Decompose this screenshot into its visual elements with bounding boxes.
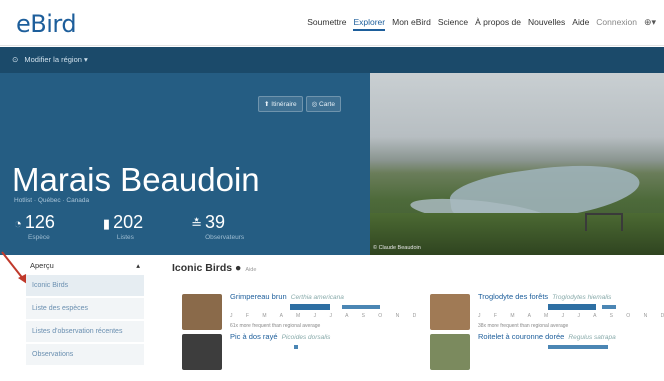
nav-explorer[interactable]: Explorer (353, 17, 386, 31)
hero-buttons: ⬆ Itinéraire ◎ Carte (258, 96, 341, 112)
help-link[interactable]: Aide (245, 267, 256, 273)
directions-button[interactable]: ⬆ Itinéraire (258, 96, 303, 112)
info-icon[interactable]: ● (235, 262, 241, 274)
hotspot-photo[interactable]: © Claude Beaudoin (370, 73, 664, 255)
photo-credit: © Claude Beaudoin (373, 245, 421, 251)
sidebar: Aperçu ▴ Iconic Birds Liste des espèces L… (26, 258, 144, 365)
observer-icon: ≛ (191, 216, 203, 231)
sidebar-item-species-list[interactable]: Liste des espèces (26, 298, 144, 319)
bird-name: Troglodyte des forêts Troglodytes hiemal… (478, 292, 612, 301)
main-content: Iconic Birds ● Aide (172, 262, 664, 274)
nav-a-propos[interactable]: À propos de (475, 17, 521, 31)
section-title: Iconic Birds ● Aide (172, 262, 257, 274)
bird-name: Grimpereau brun Certhia americana (230, 292, 344, 301)
nav-soumettre[interactable]: Soumettre (307, 17, 346, 31)
language-globe-icon[interactable]: ⊕▾ (644, 17, 656, 31)
nav-science[interactable]: Science (438, 17, 468, 31)
bird-thumbnail[interactable] (430, 294, 470, 330)
bird-name: Roitelet à couronne dorée Regulus satrap… (478, 332, 616, 341)
location-icon: ⊙ (12, 55, 19, 64)
main-nav: Soumettre Explorer Mon eBird Science À p… (307, 17, 656, 31)
bird-thumbnail[interactable] (182, 334, 222, 370)
month-axis: J F M A M J J A S O N D (478, 313, 664, 319)
chevron-down-icon: ▴ (136, 261, 140, 270)
hero-info-panel: ⬆ Itinéraire ◎ Carte Marais Beaudoin Hot… (0, 73, 370, 255)
nav-mon-ebird[interactable]: Mon eBird (392, 17, 431, 31)
month-axis: J F M A M J J A S O N D (230, 313, 423, 319)
top-navigation-bar: eBird Soumettre Explorer Mon eBird Scien… (0, 0, 664, 46)
stat-observers[interactable]: ≛ 39 Observateurs (191, 212, 244, 241)
frequency-bars (548, 345, 608, 349)
iconic-bird-card[interactable]: Roitelet à couronne dorée Regulus satrap… (420, 330, 660, 381)
stat-checklists[interactable]: ▮ 202 Listes (103, 212, 143, 241)
hotspot-stats: ◔ 126 Espèce ▮ 202 Listes ≛ 39 Observateurs (14, 212, 244, 241)
chevron-down-icon: ▾ (84, 55, 88, 64)
sidebar-item-observations[interactable]: Observations (26, 344, 144, 365)
change-region-link[interactable]: Modifier la région (24, 55, 82, 64)
stat-species[interactable]: ◔ 126 Espèce (14, 212, 55, 241)
photo-deck (585, 213, 623, 231)
ebird-logo[interactable]: eBird (16, 10, 77, 38)
frequency-bars (290, 304, 380, 310)
nav-nouvelles[interactable]: Nouvelles (528, 17, 565, 31)
bird-thumbnail[interactable] (182, 294, 222, 330)
bird-name: Pic à dos rayé Picoides dorsalis (230, 332, 331, 341)
sidebar-heading[interactable]: Aperçu ▴ (26, 258, 144, 273)
species-icon: ◔ (14, 216, 22, 231)
login-link[interactable]: Connexion (596, 17, 637, 31)
iconic-bird-card[interactable]: Pic à dos rayé Picoides dorsalis (172, 330, 412, 381)
frequency-bars (548, 304, 616, 310)
hotspot-hero: ⬆ Itinéraire ◎ Carte Marais Beaudoin Hot… (0, 73, 664, 255)
bird-thumbnail[interactable] (430, 334, 470, 370)
sidebar-item-recent-checklists[interactable]: Listes d'observation récentes (26, 321, 144, 342)
sidebar-item-iconic-birds[interactable]: Iconic Birds (26, 275, 144, 296)
map-button[interactable]: ◎ Carte (305, 96, 341, 112)
checklist-icon: ▮ (102, 216, 111, 231)
nav-aide[interactable]: Aide (572, 17, 589, 31)
frequency-note: 61x more frequent than regional average (230, 323, 321, 329)
region-bar: ⊙ Modifier la région ▾ (0, 47, 664, 73)
frequency-note: 38x more frequent than regional average (478, 323, 569, 329)
hotspot-breadcrumb[interactable]: Hotlist · Québec · Canada (14, 197, 89, 204)
hotspot-title: Marais Beaudoin (12, 161, 260, 198)
frequency-bars (294, 345, 298, 349)
